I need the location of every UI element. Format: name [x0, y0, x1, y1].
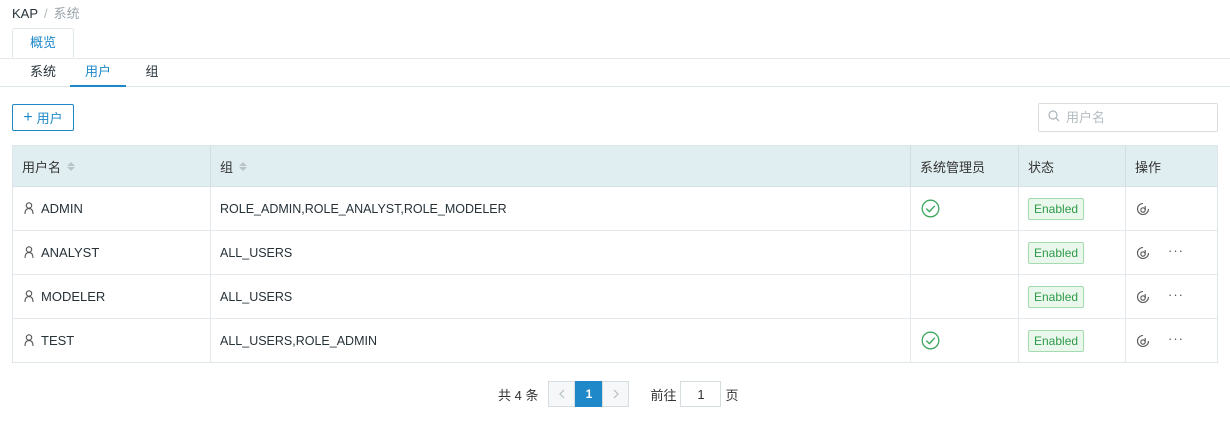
cell-status: Enabled [1019, 231, 1126, 274]
cell-status: Enabled [1019, 187, 1126, 230]
tab-users[interactable]: 用户 [70, 58, 126, 87]
add-user-button[interactable]: + 用户 [12, 104, 74, 131]
sub-tab-bar: 系统 用户 组 [0, 58, 1230, 87]
tab-system[interactable]: 系统 [26, 58, 60, 86]
edit-icon[interactable] [1136, 290, 1150, 304]
username-text: ADMIN [41, 201, 83, 216]
tab-overview[interactable]: 概览 [12, 28, 74, 58]
page-suffix: 页 [725, 387, 739, 403]
pagination-total: 共 4 条 [498, 387, 539, 403]
user-icon [24, 202, 34, 215]
edit-icon[interactable] [1136, 202, 1150, 216]
cell-username: MODELER [13, 275, 211, 318]
cell-admin [911, 275, 1019, 318]
cell-admin [911, 319, 1019, 362]
cell-actions: ··· [1126, 275, 1217, 318]
username-text: MODELER [41, 289, 106, 304]
status-badge: Enabled [1028, 285, 1085, 308]
table-row: MODELER ALL_USERS Enabled ··· [13, 275, 1217, 319]
search-box [1038, 103, 1218, 132]
cell-username: ANALYST [13, 231, 211, 274]
cell-status: Enabled [1019, 319, 1126, 362]
sort-icon[interactable] [239, 161, 248, 171]
plus-icon: + [23, 108, 33, 126]
cell-actions: ··· [1126, 319, 1217, 362]
column-header-admin: 系统管理员 [911, 146, 1019, 186]
cell-groups: ROLE_ADMIN,ROLE_ANALYST,ROLE_MODELER [211, 187, 911, 230]
cell-actions: ··· [1126, 231, 1217, 274]
user-icon [24, 290, 34, 303]
column-header-username[interactable]: 用户名 [13, 146, 211, 186]
more-icon[interactable]: ··· [1168, 288, 1184, 301]
cell-actions [1126, 187, 1217, 230]
table-row: ANALYST ALL_USERS Enabled ··· [13, 231, 1217, 275]
username-text: ANALYST [41, 245, 100, 260]
cell-groups: ALL_USERS [211, 275, 911, 318]
user-icon [24, 246, 34, 259]
breadcrumb-current: 系统 [53, 6, 80, 21]
chevron-left-icon [558, 387, 566, 402]
status-badge: Enabled [1028, 329, 1085, 352]
column-header-actions: 操作 [1135, 159, 1162, 175]
cell-groups: ALL_USERS [211, 231, 911, 274]
column-header-username-label: 用户名 [22, 159, 62, 175]
sort-icon[interactable] [67, 161, 76, 171]
status-badge: Enabled [1028, 241, 1085, 264]
cell-admin [911, 231, 1019, 274]
cell-status: Enabled [1019, 275, 1126, 318]
top-tab-bar: 概览 [0, 28, 1230, 59]
username-text: TEST [41, 333, 75, 348]
cell-username: ADMIN [13, 187, 211, 230]
chevron-right-icon [612, 387, 620, 402]
table-row: ADMIN ROLE_ADMIN,ROLE_ANALYST,ROLE_MODELE… [13, 187, 1217, 231]
goto-label: 前往 [650, 387, 677, 403]
users-table: 用户名 组 系统管理员 状态 操作 ADMIN ROLE_ADMIN,ROLE_A… [12, 145, 1218, 363]
edit-icon[interactable] [1136, 246, 1150, 260]
check-circle-icon [921, 199, 940, 218]
add-user-label: 用户 [36, 111, 63, 126]
tab-groups[interactable]: 组 [140, 58, 164, 86]
column-header-status: 状态 [1019, 146, 1126, 186]
user-icon [24, 334, 34, 347]
goto-page-input[interactable] [680, 381, 722, 407]
breadcrumb-separator: / [44, 6, 48, 21]
more-icon[interactable]: ··· [1168, 244, 1184, 257]
cell-groups: ALL_USERS,ROLE_ADMIN [211, 319, 911, 362]
table-row: TEST ALL_USERS,ROLE_ADMIN Enabled ··· [13, 319, 1217, 362]
next-page-button[interactable] [602, 381, 630, 407]
column-header-group[interactable]: 组 [211, 146, 911, 186]
cell-username: TEST [13, 319, 211, 362]
status-badge: Enabled [1028, 197, 1085, 220]
column-header-group-label: 组 [220, 159, 234, 175]
breadcrumb: KAP / 系统 [12, 3, 80, 22]
breadcrumb-root[interactable]: KAP [12, 6, 38, 21]
search-icon [1048, 110, 1060, 125]
page-number-current[interactable]: 1 [575, 381, 603, 407]
more-icon[interactable]: ··· [1168, 332, 1184, 345]
check-circle-icon [921, 331, 940, 350]
search-input[interactable] [1066, 110, 1206, 125]
prev-page-button[interactable] [548, 381, 576, 407]
edit-icon[interactable] [1136, 334, 1150, 348]
cell-admin [911, 187, 1019, 230]
pagination: 共 4 条 1 前往 页 [498, 381, 739, 407]
table-header-row: 用户名 组 系统管理员 状态 操作 [13, 146, 1217, 187]
